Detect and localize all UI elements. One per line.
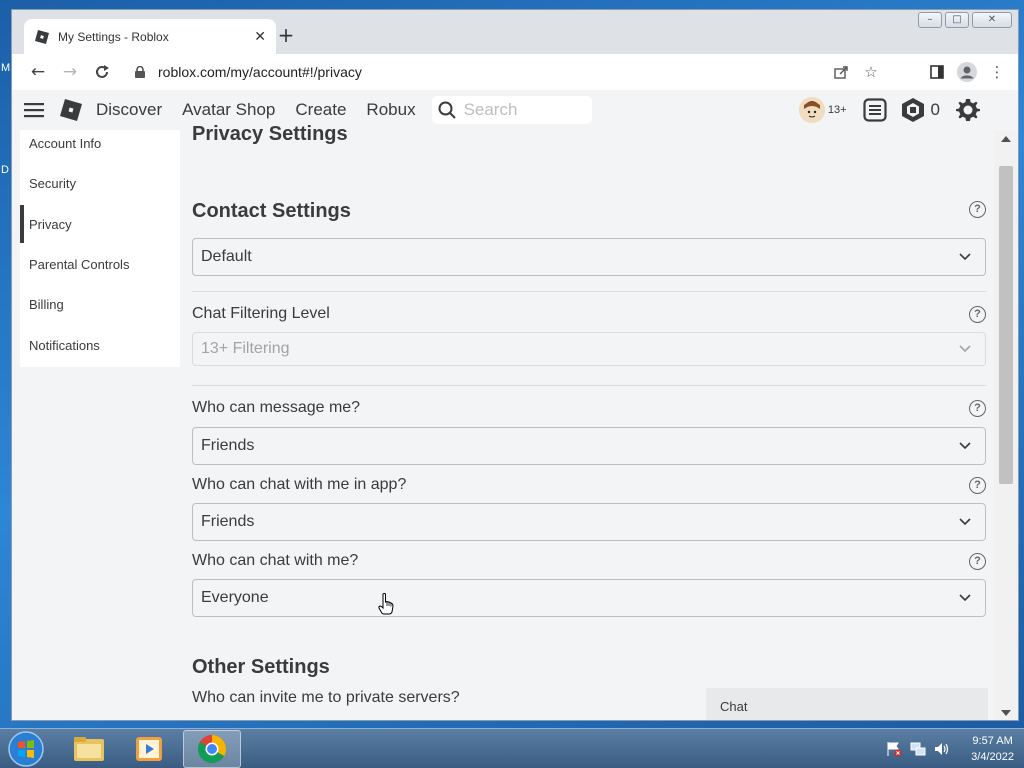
- browser-tab[interactable]: My Settings - Roblox ✕: [24, 19, 276, 54]
- new-tab-button[interactable]: +: [276, 25, 296, 46]
- url-text[interactable]: roblox.com/my/account#!/privacy: [158, 64, 826, 80]
- window-controls: – □ ✕: [918, 12, 1012, 28]
- chat-filter-select: 13+ Filtering: [192, 332, 986, 366]
- nav-avatar-shop[interactable]: Avatar Shop: [182, 100, 275, 120]
- menu-item-notifications[interactable]: Notifications: [20, 326, 180, 364]
- scroll-down-icon[interactable]: [1001, 710, 1011, 716]
- minimize-button[interactable]: –: [918, 12, 942, 28]
- profile-icon[interactable]: [952, 57, 982, 87]
- help-icon[interactable]: ?: [969, 400, 986, 417]
- lock-icon[interactable]: [132, 64, 148, 80]
- menu-item-billing[interactable]: Billing: [20, 285, 180, 323]
- browser-window: My Settings - Roblox ✕ + – □ ✕ ← → roblo…: [11, 9, 1019, 721]
- chevron-down-icon: [945, 594, 985, 602]
- chat-widget[interactable]: Chat: [706, 688, 988, 720]
- taskbar: 9:57 AM 3/4/2022: [0, 728, 1024, 768]
- nav-robux[interactable]: Robux: [366, 100, 415, 120]
- other-settings-heading: Other Settings: [192, 656, 330, 678]
- robux-balance[interactable]: 0: [931, 100, 940, 120]
- hand-cursor-icon: [378, 593, 394, 615]
- search-input[interactable]: Search: [431, 96, 592, 124]
- message-label: Who can message me?: [192, 399, 361, 416]
- chevron-down-icon: [945, 518, 985, 526]
- page-title: Privacy Settings: [192, 123, 348, 145]
- chevron-down-icon: [945, 345, 985, 353]
- clock[interactable]: 9:57 AM 3/4/2022: [971, 733, 1014, 765]
- desktop-edge-text: D: [1, 164, 9, 176]
- chevron-down-icon: [945, 253, 985, 261]
- start-button[interactable]: [4, 730, 48, 768]
- select-value: Friends: [201, 437, 255, 454]
- chat-app-select[interactable]: Friends: [192, 503, 986, 541]
- menu-item-privacy[interactable]: Privacy: [20, 205, 180, 243]
- chrome-icon[interactable]: [183, 730, 241, 768]
- scroll-up-icon[interactable]: [1001, 136, 1011, 142]
- tab-title: My Settings - Roblox: [58, 29, 169, 44]
- chat-app-label: Who can chat with me in app?: [192, 476, 407, 493]
- help-icon[interactable]: ?: [969, 306, 986, 323]
- desktop-edge-text: M: [1, 62, 11, 74]
- chat-select[interactable]: Everyone: [192, 579, 986, 617]
- help-icon[interactable]: ?: [969, 477, 986, 494]
- system-tray: 9:57 AM 3/4/2022: [885, 729, 1014, 768]
- chat-filter-label: Chat Filtering Level: [192, 305, 330, 322]
- divider: [192, 291, 986, 292]
- bookmark-star-icon[interactable]: ☆: [856, 57, 886, 87]
- chat-label: Who can chat with me?: [192, 552, 359, 569]
- settings-menu: Account Info Security Privacy Parental C…: [20, 130, 180, 367]
- roblox-logo[interactable]: [60, 99, 82, 121]
- maximize-button[interactable]: □: [945, 12, 969, 28]
- browser-toolbar: ← → roblox.com/my/account#!/privacy ☆ ⋮: [12, 54, 1018, 90]
- select-value: Default: [201, 248, 252, 265]
- nav-discover[interactable]: Discover: [96, 100, 162, 120]
- share-icon[interactable]: [826, 57, 856, 87]
- select-value: Everyone: [201, 589, 269, 606]
- menu-item-security[interactable]: Security: [20, 164, 180, 202]
- media-player-icon[interactable]: [120, 730, 178, 768]
- clock-date: 3/4/2022: [971, 751, 1014, 763]
- select-value: Friends: [201, 513, 255, 530]
- header-actions: 13+ 0: [798, 90, 994, 130]
- search-placeholder: Search: [463, 100, 518, 119]
- gear-icon[interactable]: [954, 96, 982, 124]
- forward-arrow-icon[interactable]: →: [54, 56, 86, 88]
- roblox-icon: [34, 29, 50, 45]
- clock-time: 9:57 AM: [972, 735, 1013, 747]
- close-window-button[interactable]: ✕: [972, 12, 1012, 28]
- invite-label: Who can invite me to private servers?: [192, 689, 460, 706]
- back-arrow-icon[interactable]: ←: [22, 56, 54, 88]
- menu-item-parental-controls[interactable]: Parental Controls: [20, 245, 180, 283]
- chevron-down-icon: [945, 442, 985, 450]
- toolbar-actions: ⋮: [922, 57, 1012, 87]
- contact-settings-select[interactable]: Default: [192, 238, 986, 276]
- tab-strip: My Settings - Roblox ✕ + – □ ✕: [12, 10, 1018, 54]
- reload-icon[interactable]: [86, 56, 118, 88]
- side-panel-icon[interactable]: [922, 57, 952, 87]
- search-icon: [438, 101, 456, 119]
- divider: [192, 385, 986, 386]
- file-explorer-icon[interactable]: [60, 730, 118, 768]
- scroll-thumb[interactable]: [999, 166, 1013, 484]
- contact-settings-heading: Contact Settings: [192, 200, 351, 222]
- volume-icon[interactable]: [933, 740, 951, 758]
- chat-list-icon[interactable]: [861, 96, 889, 124]
- more-menu-icon[interactable]: ⋮: [982, 57, 1012, 87]
- close-tab-icon[interactable]: ✕: [254, 29, 266, 45]
- action-center-flag-icon[interactable]: [885, 740, 903, 758]
- nav-create[interactable]: Create: [295, 100, 346, 120]
- menu-item-account-info[interactable]: Account Info: [20, 124, 180, 162]
- robux-icon[interactable]: [899, 96, 927, 124]
- scrollbar[interactable]: [994, 130, 1018, 720]
- select-value: 13+ Filtering: [201, 340, 290, 357]
- address-bar[interactable]: roblox.com/my/account#!/privacy ☆: [124, 57, 886, 87]
- help-icon[interactable]: ?: [969, 553, 986, 570]
- age-badge: 13+: [827, 104, 847, 116]
- network-icon[interactable]: [909, 740, 927, 758]
- avatar[interactable]: [798, 97, 825, 123]
- help-icon[interactable]: ?: [969, 201, 986, 218]
- message-select[interactable]: Friends: [192, 427, 986, 465]
- page-viewport: Discover Avatar Shop Create Robux Search…: [12, 90, 1018, 720]
